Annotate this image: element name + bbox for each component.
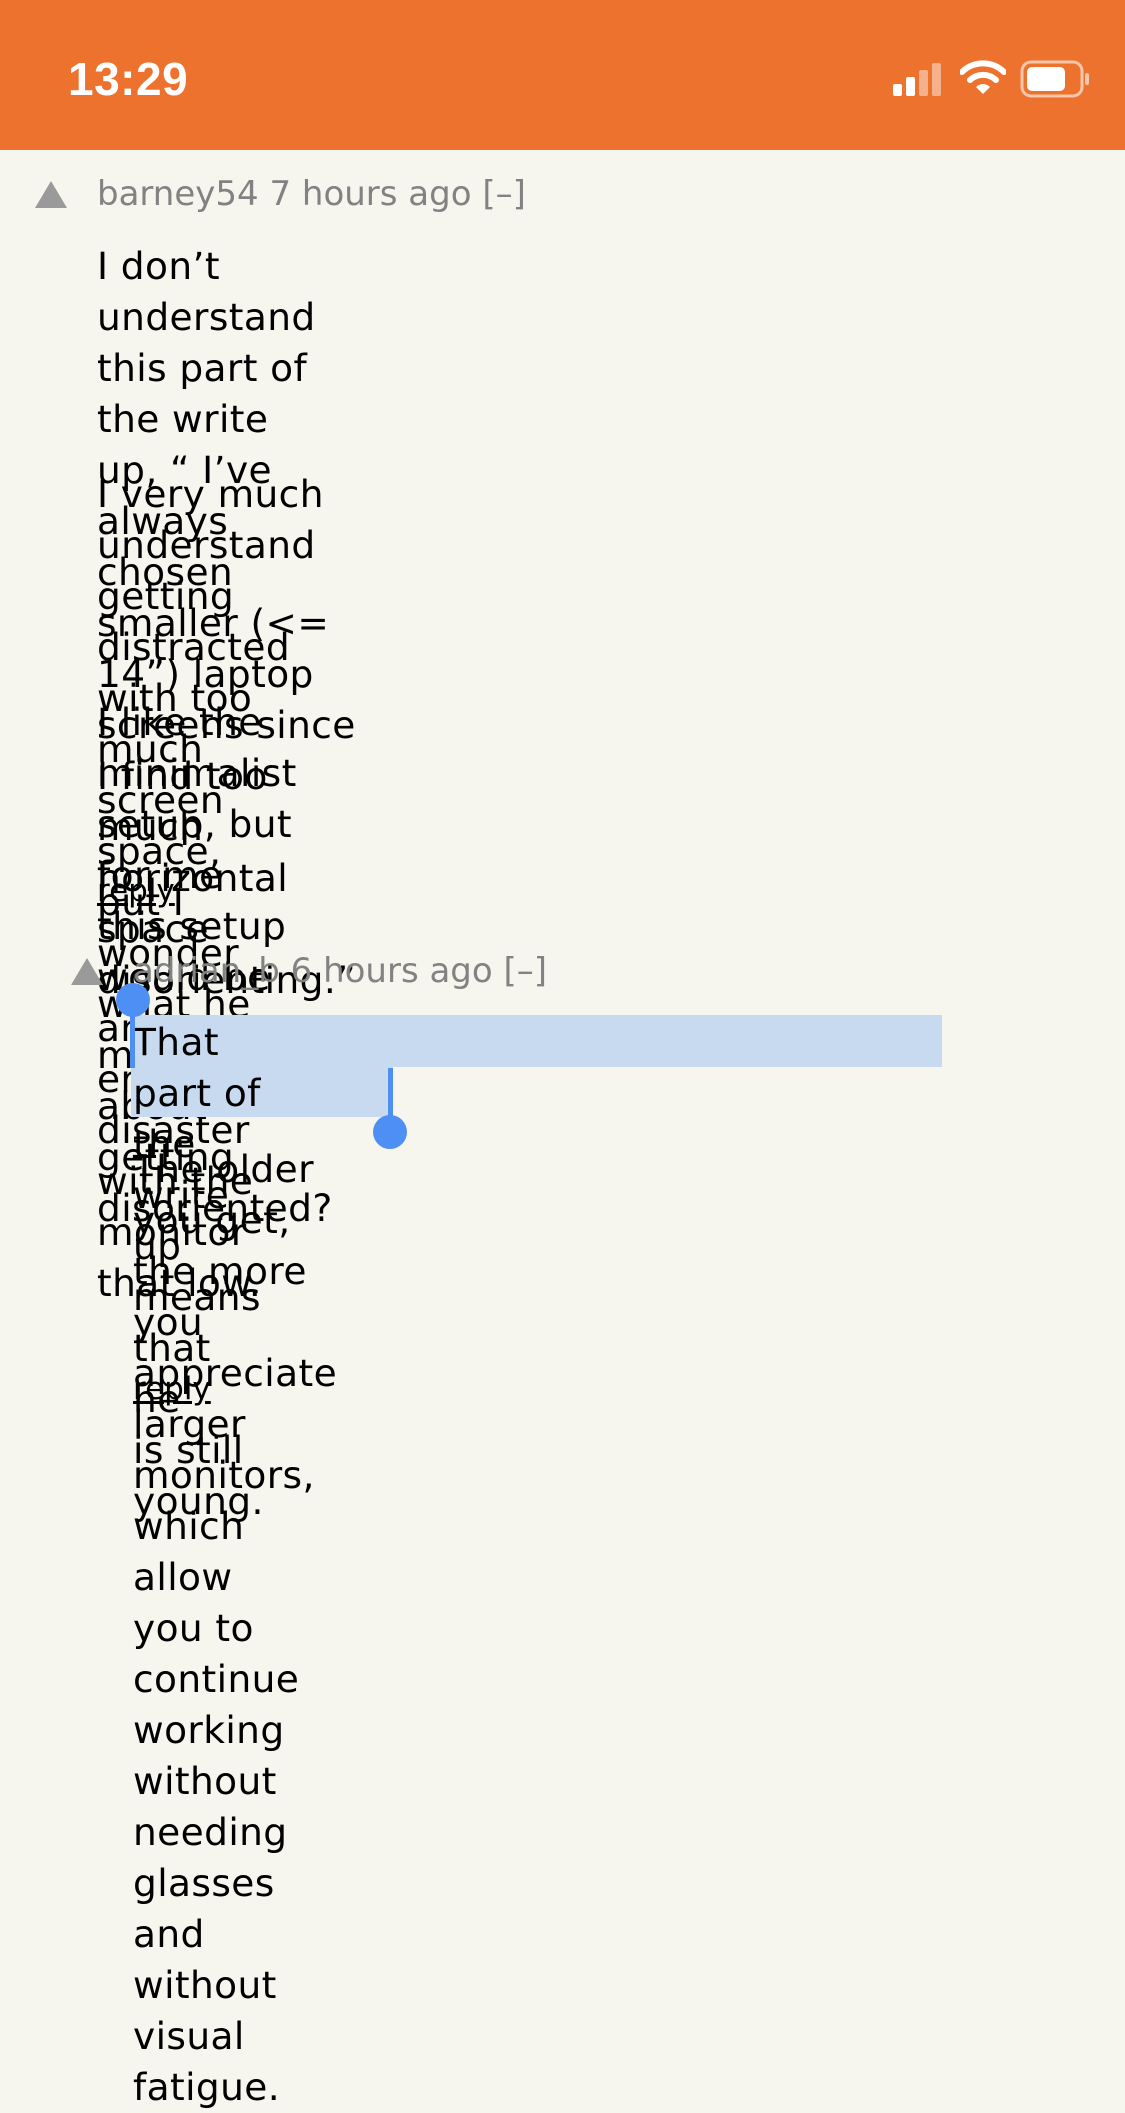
selection-end-handle[interactable] bbox=[388, 1068, 393, 1120]
reply-link[interactable]: reply bbox=[133, 1371, 211, 1407]
comment-age[interactable]: 6 hours ago bbox=[291, 951, 493, 991]
comment-age[interactable]: 7 hours ago bbox=[269, 174, 471, 214]
comment-meta: barney54 7 hours ago [–] bbox=[97, 174, 526, 214]
collapse-toggle[interactable]: [–] bbox=[504, 951, 548, 991]
collapse-toggle[interactable]: [–] bbox=[482, 174, 526, 214]
comment-author[interactable]: adrian_b bbox=[133, 951, 280, 991]
comment-meta: adrian_b 6 hours ago [–] bbox=[133, 951, 547, 991]
status-time: 13:29 bbox=[68, 53, 189, 105]
comment-paragraph: The older you get, the more you apprecia… bbox=[133, 1144, 337, 2113]
selection-start-knob[interactable] bbox=[116, 983, 150, 1017]
upvote-arrow-icon[interactable] bbox=[71, 958, 103, 985]
text-line: I very much understand getting bbox=[97, 472, 324, 618]
wifi-icon bbox=[960, 60, 1006, 94]
status-bar: 13:29 bbox=[0, 0, 1125, 150]
comment-author[interactable]: barney54 bbox=[97, 174, 259, 214]
selection-end-knob[interactable] bbox=[373, 1115, 407, 1149]
text-line: I don’t understand this part of the writ… bbox=[97, 244, 316, 441]
text-line: I like the minimalist setup, but for me bbox=[97, 700, 297, 897]
reply-link[interactable]: reply bbox=[97, 873, 175, 909]
text-line: glasses and without visual fatigue. bbox=[133, 1861, 281, 2109]
battery-icon bbox=[1020, 60, 1089, 98]
text-line: you to continue working without needing bbox=[133, 1606, 300, 1854]
upvote-arrow-icon[interactable] bbox=[35, 181, 67, 208]
text-line: The older you get, the more you bbox=[133, 1147, 314, 1344]
cellular-signal-icon bbox=[893, 62, 945, 96]
